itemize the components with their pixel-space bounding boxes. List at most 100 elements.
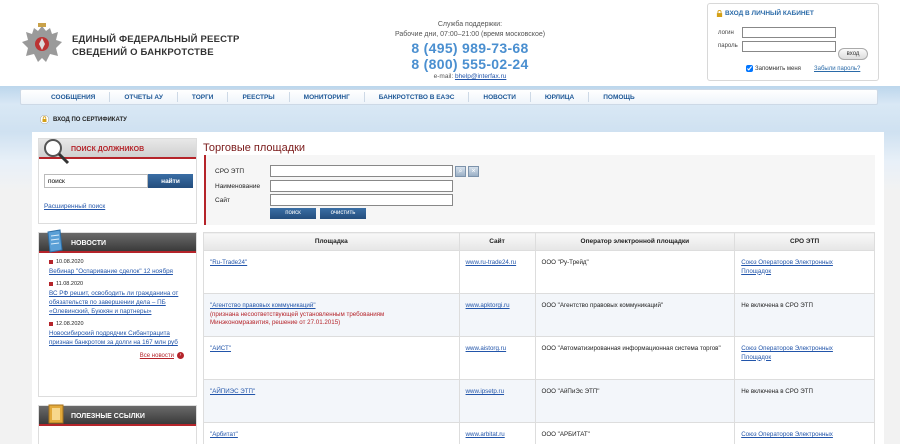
operator-cell: ООО "АйПиЭс ЭТП" xyxy=(534,379,736,423)
platform-link[interactable]: "АЙПИЭС ЭТП" xyxy=(210,388,255,395)
platform-link[interactable]: "Ru-Trade24" xyxy=(210,259,247,266)
nav-item-help[interactable]: ПОМОЩЬ xyxy=(589,94,649,101)
lock-icon xyxy=(716,10,723,17)
header: ЕДИНЫЙ ФЕДЕРАЛЬНЫЙ РЕЕСТР СВЕДЕНИЙ О БАН… xyxy=(0,0,900,86)
nav-item-registers[interactable]: РЕЕСТРЫ xyxy=(228,94,288,101)
forgot-password-link[interactable]: Забыли пароль? xyxy=(814,66,860,72)
filter-search-button[interactable]: поиск xyxy=(270,208,316,219)
platform-note: Минэкономразвития, решение от 27.01.2015… xyxy=(210,319,341,326)
platform-link[interactable]: "Агентство правовых коммуникаций" xyxy=(210,302,316,309)
useful-links-title: ПОЛЕЗНЫЕ ССЫЛКИ xyxy=(71,413,145,420)
news-link[interactable]: Новосибирский подрядчик Сибантрацита при… xyxy=(49,329,186,347)
filter-clear-button[interactable]: очистить xyxy=(320,208,366,219)
nav-item-monitoring[interactable]: МОНИТОРИНГ xyxy=(290,94,364,101)
magnifier-icon xyxy=(44,139,70,165)
platform-note: (признана несоответствующей установленны… xyxy=(210,310,385,318)
search-lookup-icon[interactable]: ⌕ xyxy=(455,166,466,177)
password-label: пароль xyxy=(718,43,738,49)
remember-me-checkbox[interactable] xyxy=(746,65,753,72)
sro-label: СРО ЭТП xyxy=(215,168,245,175)
sro-link[interactable]: Союз Операторов Электронных Площадок xyxy=(741,259,868,276)
news-link[interactable]: ВС РФ решит, освободить ли гражданина от… xyxy=(49,289,186,316)
news-box: НОВОСТИ 10.08.2020 Вебинар "Оспаривание … xyxy=(38,229,197,397)
news-link[interactable]: Вебинар "Оспаривание сделок" 12 ноября xyxy=(49,267,186,276)
debtor-search-box: ПОИСК ДОЛЖНИКОВ найти Расширенный поиск xyxy=(38,138,197,224)
name-input[interactable] xyxy=(270,180,453,192)
phone-1: 8 (495) 989-73-68 xyxy=(411,40,529,56)
col-header-sro[interactable]: СРО ЭТП xyxy=(734,232,875,251)
nav-item-reports[interactable]: ОТЧЕТЫ АУ xyxy=(110,94,177,101)
newspaper-icon xyxy=(47,229,63,253)
site-input[interactable] xyxy=(270,194,453,206)
sro-link[interactable]: Союз Операторов Электронных Площадок xyxy=(741,345,868,362)
all-news-link[interactable]: Все новости › xyxy=(39,352,196,359)
support-label: Служба поддержки: xyxy=(437,21,503,28)
arrow-right-icon: › xyxy=(177,352,184,359)
debtor-search-input[interactable] xyxy=(44,174,148,188)
platform-link[interactable]: "Арбитат" xyxy=(210,431,238,438)
site-link[interactable]: www.arbitat.ru xyxy=(466,431,505,438)
news-title: НОВОСТИ xyxy=(71,240,107,247)
nav-item-trades[interactable]: ТОРГИ xyxy=(178,94,228,101)
site-link[interactable]: www.apktorgi.ru xyxy=(466,302,510,309)
name-label: Наименование xyxy=(215,183,261,190)
nav-item-eaeu[interactable]: БАНКРОТСТВО В ЕАЭС xyxy=(365,94,469,101)
coat-of-arms-logo[interactable] xyxy=(20,22,64,68)
advanced-search-link[interactable]: Расширенный поиск xyxy=(44,203,105,210)
sro-input[interactable] xyxy=(270,165,453,177)
table-row: "Ru-Trade24" www.ru-trade24.ru ООО "Ру-Т… xyxy=(203,250,875,294)
useful-links-header: ПОЛЕЗНЫЕ ССЫЛКИ xyxy=(39,404,196,426)
nav-band: СООБЩЕНИЯ ОТЧЕТЫ АУ ТОРГИ РЕЕСТРЫ МОНИТО… xyxy=(0,86,900,132)
operator-cell: ООО "Автоматизированная информационная с… xyxy=(534,336,736,380)
debtor-search-title: ПОИСК ДОЛЖНИКОВ xyxy=(71,146,145,153)
sro-link[interactable]: Союз Операторов Электронных xyxy=(741,431,833,438)
bullet-icon xyxy=(49,322,53,326)
table-row: "Агентство правовых коммуникаций" (призн… xyxy=(203,293,875,337)
login-label: логин xyxy=(718,30,734,36)
debtor-search-header: ПОИСК ДОЛЖНИКОВ xyxy=(39,139,196,165)
site-link[interactable]: www.ru-trade24.ru xyxy=(466,259,517,266)
password-input[interactable] xyxy=(742,41,836,52)
table-header-row: Площадка Сайт Оператор электронной площа… xyxy=(203,232,875,251)
useful-links-box: ПОЛЕЗНЫЕ ССЫЛКИ xyxy=(38,404,197,444)
news-header: НОВОСТИ xyxy=(39,229,196,253)
support-block: Служба поддержки: Рабочие дни, 07:00–21:… xyxy=(385,20,555,80)
site-link[interactable]: www.aistorg.ru xyxy=(466,345,507,352)
debtor-search-row: найти xyxy=(44,174,193,188)
nav-item-legal-entities[interactable]: ЮРЛИЦА xyxy=(531,94,588,101)
bullet-icon xyxy=(49,282,53,286)
remember-me[interactable]: Запомнить меня xyxy=(746,65,801,72)
site-title[interactable]: ЕДИНЫЙ ФЕДЕРАЛЬНЫЙ РЕЕСТР СВЕДЕНИЙ О БАН… xyxy=(72,33,239,59)
clear-x-icon[interactable]: × xyxy=(468,166,479,177)
login-title: ВХОД В ЛИЧНЫЙ КАБИНЕТ xyxy=(725,10,814,17)
table-row: "АИСТ" www.aistorg.ru ООО "Автоматизиров… xyxy=(203,336,875,380)
phone-2: 8 (800) 555-02-24 xyxy=(411,56,529,72)
certificate-lock-icon xyxy=(40,115,49,124)
support-email: e-mail: bhelp@interfax.ru xyxy=(433,73,507,80)
login-input[interactable] xyxy=(742,27,836,38)
login-submit-button[interactable]: вход xyxy=(838,48,868,60)
login-box: ВХОД В ЛИЧНЫЙ КАБИНЕТ логин пароль вход … xyxy=(707,3,879,81)
cert-login-link[interactable]: ВХОД ПО СЕРТИФИКАТУ xyxy=(40,115,127,124)
site-link[interactable]: www.ipsetp.ru xyxy=(466,388,505,395)
news-list: 10.08.2020 Вебинар "Оспаривание сделок" … xyxy=(39,253,196,347)
news-item: 11.08.2020 ВС РФ решит, освободить ли гр… xyxy=(49,281,186,316)
site-label: Сайт xyxy=(215,197,230,204)
folder-icon xyxy=(48,404,64,424)
col-header-site[interactable]: Сайт xyxy=(458,232,536,251)
col-header-platform[interactable]: Площадка xyxy=(203,232,460,251)
col-header-operator[interactable]: Оператор электронной площадки xyxy=(534,232,736,251)
sro-cell: Не включена в СРО ЭТП xyxy=(734,293,875,337)
bullet-icon xyxy=(49,260,53,264)
support-email-link[interactable]: bhelp@interfax.ru xyxy=(455,73,506,80)
platform-link[interactable]: "АИСТ" xyxy=(210,345,231,352)
support-hours: Рабочие дни, 07:00–21:00 (время московск… xyxy=(394,31,546,38)
nav-item-news[interactable]: НОВОСТИ xyxy=(469,94,530,101)
operator-cell: ООО "Агентство правовых коммуникаций" xyxy=(534,293,736,337)
filter-panel: СРО ЭТП ⌕ × Наименование Сайт поиск очис… xyxy=(204,155,875,225)
debtor-search-button[interactable]: найти xyxy=(148,174,193,188)
operator-cell: ООО "Ру-Трейд" xyxy=(534,250,736,294)
news-item: 12.08.2020 Новосибирский подрядчик Сибан… xyxy=(49,321,186,347)
nav-item-messages[interactable]: СООБЩЕНИЯ xyxy=(21,94,109,101)
main-nav: СООБЩЕНИЯ ОТЧЕТЫ АУ ТОРГИ РЕЕСТРЫ МОНИТО… xyxy=(20,89,878,105)
